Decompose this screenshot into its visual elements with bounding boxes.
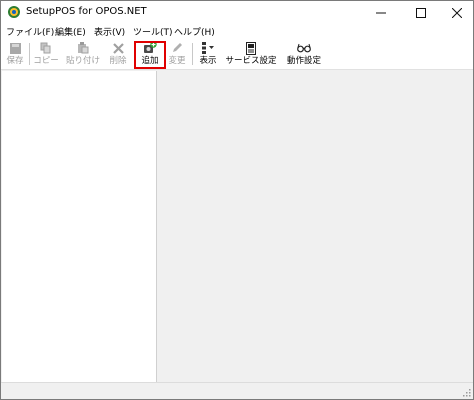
edit-button-label: 変更: [168, 56, 186, 66]
service-settings-button[interactable]: サービス設定: [225, 39, 277, 67]
device-tree-pane[interactable]: [2, 71, 157, 382]
maximize-button[interactable]: [404, 1, 438, 24]
save-button[interactable]: 保存: [4, 39, 26, 67]
delete-icon: [111, 41, 125, 55]
status-bar: [1, 382, 473, 399]
resize-grip-icon[interactable]: [461, 387, 471, 397]
copy-button[interactable]: コピー: [31, 39, 61, 67]
delete-button[interactable]: 削除: [105, 39, 131, 67]
view-list-icon: [201, 41, 215, 55]
paste-button[interactable]: 貼り付け: [64, 39, 102, 67]
copy-button-label: コピー: [33, 56, 59, 66]
add-device-icon: [143, 41, 157, 55]
maximize-icon: [416, 7, 426, 18]
title-bar[interactable]: SetupPOS for OPOS.NET: [1, 1, 473, 24]
delete-button-label: 削除: [109, 56, 127, 66]
close-button[interactable]: [440, 1, 474, 24]
detail-pane: [158, 71, 473, 382]
service-settings-button-label: サービス設定: [225, 56, 277, 66]
toolbar-separator: [29, 43, 30, 65]
menu-file[interactable]: ファイル(F): [6, 25, 54, 38]
menu-edit[interactable]: 編集(E): [55, 25, 86, 38]
app-window: SetupPOS for OPOS.NET ファイル(F) 編集(E) 表示(V…: [0, 0, 474, 400]
minimize-button[interactable]: [364, 1, 398, 24]
app-logo-icon: [7, 5, 21, 19]
menu-help[interactable]: ヘルプ(H): [174, 25, 215, 38]
save-button-label: 保存: [6, 56, 24, 66]
edit-pencil-icon: [170, 41, 184, 55]
minimize-icon: [376, 8, 386, 18]
add-button[interactable]: 追加: [136, 39, 164, 67]
window-title: SetupPOS for OPOS.NET: [26, 6, 147, 17]
menu-bar: ファイル(F) 編集(E) 表示(V) ツール(T) ヘルプ(H): [1, 24, 473, 38]
copy-icon: [39, 41, 53, 55]
save-icon: [8, 41, 22, 55]
operation-settings-button[interactable]: 動作設定: [282, 39, 326, 67]
toolbar-separator: [192, 43, 193, 65]
view-button[interactable]: 表示: [196, 39, 220, 67]
menu-tools[interactable]: ツール(T): [133, 25, 173, 38]
add-button-label: 追加: [141, 56, 159, 66]
paste-icon: [76, 41, 90, 55]
toolbar: 保存 コピー 貼り付け 削除 追加 変更 表示 サービス設定 動作設定: [1, 38, 473, 70]
close-icon: [452, 7, 462, 18]
menu-view[interactable]: 表示(V): [94, 25, 125, 38]
edit-button[interactable]: 変更: [166, 39, 188, 67]
operation-settings-button-label: 動作設定: [286, 56, 321, 66]
service-settings-icon: [244, 41, 258, 55]
view-button-label: 表示: [199, 56, 217, 66]
glasses-icon: [297, 41, 311, 55]
paste-button-label: 貼り付け: [65, 56, 100, 66]
